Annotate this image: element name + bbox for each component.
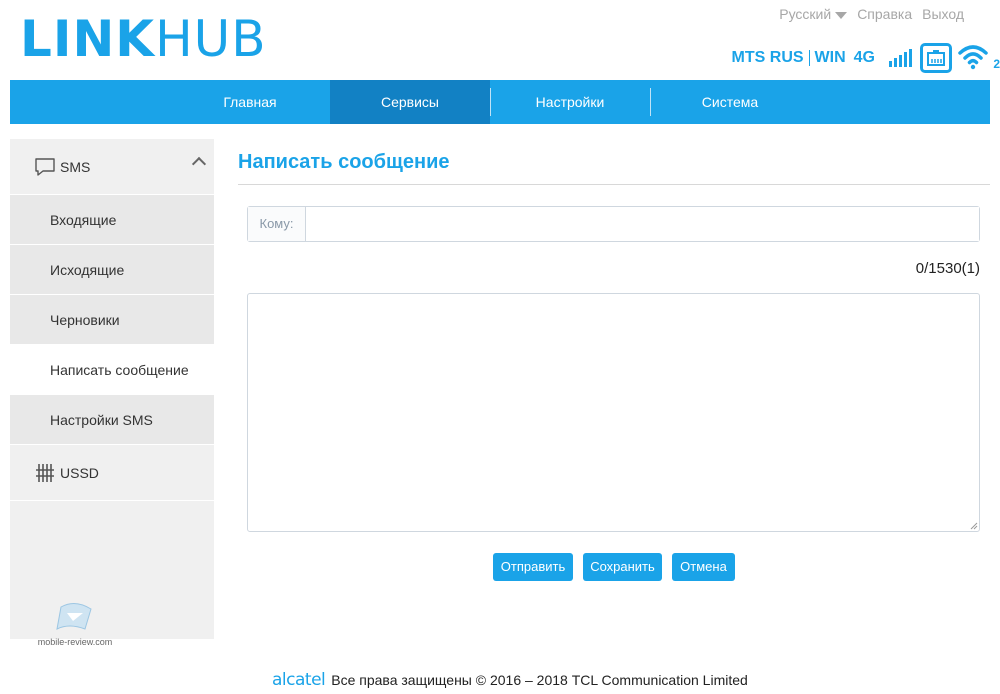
- alcatel-logo: alcatel: [272, 670, 326, 690]
- network-type: 4G: [853, 49, 875, 66]
- watermark: mobile-review.com: [35, 599, 115, 647]
- page-title: Написать сообщение: [238, 151, 450, 173]
- nav-settings[interactable]: Настройки: [490, 80, 650, 124]
- nav-services[interactable]: Сервисы: [330, 80, 490, 124]
- logo-light: HUB: [155, 10, 267, 68]
- recipient-label: Кому:: [248, 207, 306, 241]
- hash-icon: [36, 463, 54, 482]
- logout-link[interactable]: Выход: [922, 6, 964, 22]
- footer: alcatel Все права защищены © 2016 – 2018…: [272, 670, 748, 690]
- character-counter: 0/1530(1): [915, 260, 980, 277]
- nav-home[interactable]: Главная: [170, 80, 330, 124]
- sidebar-item-sms-settings[interactable]: Настройки SMS: [10, 395, 214, 445]
- sidebar-item-inbox[interactable]: Входящие: [10, 195, 214, 245]
- sidebar-ussd-label: USSD: [60, 464, 99, 481]
- help-link[interactable]: Справка: [857, 6, 912, 22]
- watermark-text: mobile-review.com: [37, 637, 113, 647]
- sidebar-ussd-header[interactable]: USSD: [10, 445, 214, 501]
- recipient-field: Кому:: [247, 206, 980, 242]
- sidebar-sms-header[interactable]: SMS: [10, 139, 214, 195]
- resize-grip-icon[interactable]: [968, 520, 978, 530]
- recipient-input[interactable]: [306, 207, 979, 241]
- top-links: Русский Справка Выход: [759, 6, 964, 22]
- copyright-text: Все права защищены © 2016 – 2018 TCL Com…: [331, 672, 748, 688]
- wifi-icon: 2: [958, 43, 1000, 73]
- operator-divider: [808, 50, 810, 66]
- signal-strength-icon: [889, 49, 914, 67]
- watermark-logo-icon: [56, 603, 92, 630]
- save-button[interactable]: Сохранить: [583, 553, 662, 581]
- language-label: Русский: [779, 6, 832, 22]
- wifi-client-count: 2: [993, 57, 1000, 71]
- cancel-button[interactable]: Отмена: [672, 553, 735, 581]
- sidebar-item-drafts[interactable]: Черновики: [10, 295, 214, 345]
- send-button[interactable]: Отправить: [493, 553, 573, 581]
- message-textarea[interactable]: [247, 293, 980, 532]
- ethernet-icon: [920, 43, 952, 73]
- caret-down-icon: [835, 11, 848, 19]
- sidebar-sms-label: SMS: [60, 158, 91, 175]
- title-divider: [238, 184, 990, 185]
- nav-system[interactable]: Система: [650, 80, 810, 124]
- sidebar-item-outbox[interactable]: Исходящие: [10, 245, 214, 295]
- main-nav: Главная Сервисы Настройки Система: [10, 80, 990, 124]
- language-select[interactable]: Русский: [769, 6, 848, 22]
- linkhub-logo: LINKHUB: [20, 14, 267, 64]
- sidebar-item-compose[interactable]: Написать сообщение: [10, 345, 214, 395]
- logo-bold: LINK: [20, 10, 156, 68]
- operator2-label: WIN: [814, 49, 846, 66]
- chevron-up-icon[interactable]: [191, 156, 207, 172]
- message-icon: [35, 157, 55, 176]
- operator-label: MTS RUS: [731, 49, 804, 66]
- sidebar: SMS Входящие Исходящие Черновики Написат…: [10, 139, 214, 647]
- status-bar: MTS RUS WIN 4G 2: [731, 42, 1000, 74]
